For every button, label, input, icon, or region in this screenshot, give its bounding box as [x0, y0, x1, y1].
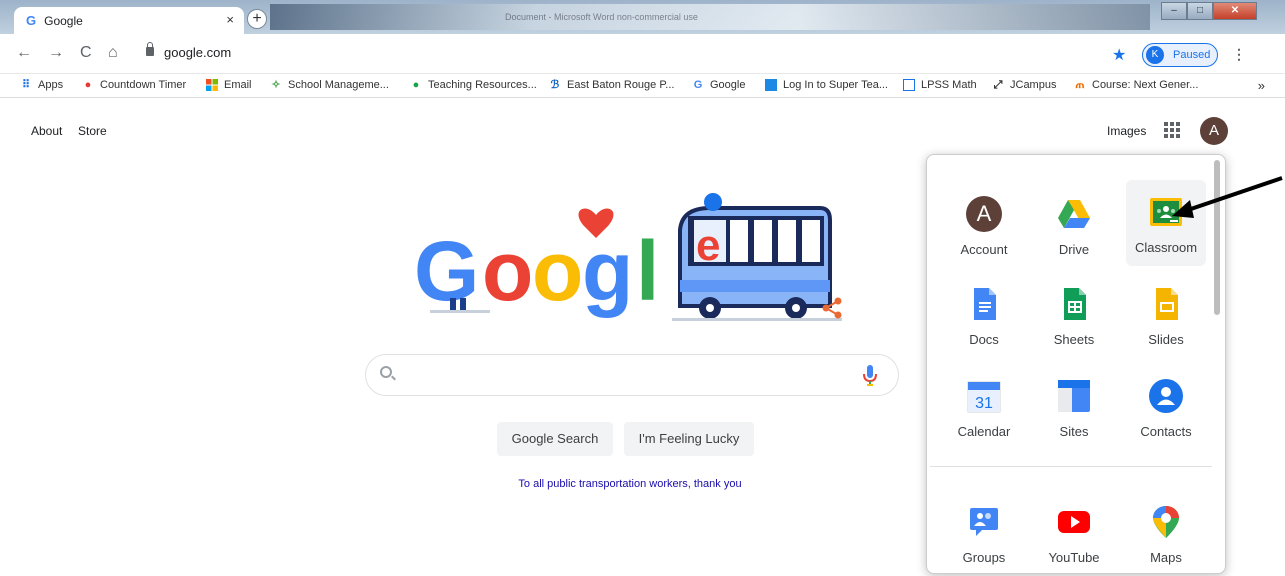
doodle-letter-e: e — [696, 221, 720, 270]
bookmark-school-management[interactable]: ✧ School Manageme... — [270, 79, 389, 91]
bookmark-star-icon[interactable]: ★ — [1112, 45, 1126, 65]
maximize-button[interactable]: □ — [1187, 2, 1213, 20]
apps-panel-divider — [930, 466, 1212, 467]
new-tab-button[interactable]: + — [247, 9, 267, 29]
about-link[interactable]: About — [31, 124, 62, 138]
account-icon: A — [966, 196, 1002, 232]
app-maps[interactable]: Maps — [1126, 490, 1206, 576]
forward-arrow-icon[interactable]: → — [48, 44, 64, 62]
app-contacts[interactable]: Contacts — [1126, 364, 1206, 450]
app-sites[interactable]: Sites — [1034, 364, 1114, 450]
microsoft-icon — [206, 79, 218, 91]
groups-icon — [970, 508, 998, 536]
doodle-illustration: G o o g l e — [414, 193, 842, 321]
google-doodle[interactable]: G o o g l e — [410, 190, 850, 330]
search-icon — [380, 366, 392, 378]
back-arrow-icon[interactable]: ← — [16, 44, 32, 62]
drive-icon — [1058, 200, 1090, 228]
address-bar[interactable]: google.com — [134, 39, 1254, 69]
home-icon[interactable]: ⌂ — [108, 44, 118, 62]
app-drive[interactable]: Drive — [1034, 182, 1114, 268]
background-window — [270, 4, 1150, 30]
google-search-button[interactable]: Google Search — [497, 422, 613, 456]
school-icon: ✧ — [271, 79, 281, 91]
browser-toolbar: ← → C ⌂ google.com ★ — [0, 34, 1285, 74]
browser-tab-google[interactable]: G Google × — [14, 7, 244, 34]
browser-menu-icon[interactable]: ⋮ — [1232, 46, 1246, 63]
docs-icon — [974, 288, 996, 320]
doodle-letter-g: G — [414, 224, 479, 318]
app-youtube[interactable]: YouTube — [1034, 490, 1114, 576]
store-link[interactable]: Store — [78, 124, 107, 138]
app-docs[interactable]: Docs — [944, 272, 1024, 358]
promo-link[interactable]: To all public transportation workers, th… — [440, 478, 820, 490]
address-url: google.com — [164, 45, 232, 60]
bookmarks-overflow-icon[interactable]: » — [1258, 78, 1265, 93]
lock-icon — [146, 42, 154, 56]
profile-avatar: K — [1146, 46, 1164, 64]
calendar-day: 31 — [975, 395, 993, 412]
app-calendar[interactable]: 31 Calendar — [944, 364, 1024, 450]
doodle-letter-g2: g — [582, 224, 633, 318]
reload-icon[interactable]: C — [80, 44, 92, 62]
doodle-letter-o1: o — [482, 224, 533, 318]
bus-illustration: e — [672, 193, 842, 321]
google-apps-icon[interactable] — [1164, 122, 1180, 138]
bookmark-apps[interactable]: ⠿ Apps — [20, 79, 63, 91]
doodle-letter-l: l — [636, 224, 659, 318]
background-window-title: Document - Microsoft Word non-commercial… — [505, 12, 698, 22]
bookmark-google[interactable]: G Google — [692, 79, 746, 91]
app-groups[interactable]: Groups — [944, 490, 1024, 576]
bookmark-jcampus[interactable]: ⤢ JCampus — [992, 79, 1057, 91]
sites-icon — [1058, 380, 1090, 412]
bookmark-super-teacher[interactable]: Log In to Super Tea... — [765, 79, 888, 91]
profile-button[interactable]: K Paused — [1142, 43, 1218, 67]
tab-title: Google — [44, 13, 83, 28]
apps-grid-icon: ⠿ — [21, 79, 31, 91]
ebr-icon: ℬ — [550, 79, 560, 91]
contacts-icon — [1149, 379, 1183, 413]
super-teacher-icon — [765, 79, 777, 91]
sheets-icon — [1064, 288, 1086, 320]
minimize-button[interactable]: – — [1161, 2, 1187, 20]
account-avatar[interactable]: A — [1200, 117, 1228, 145]
bookmark-course[interactable]: ጠ Course: Next Gener... — [1074, 79, 1198, 91]
google-icon: G — [693, 79, 703, 91]
bookmark-east-baton-rouge[interactable]: ℬ East Baton Rouge P... — [549, 79, 675, 91]
tab-close-icon[interactable]: × — [226, 12, 234, 27]
images-link[interactable]: Images — [1107, 124, 1146, 138]
window-controls: – □ ✕ — [1161, 2, 1257, 20]
search-input[interactable] — [365, 354, 899, 396]
youtube-icon — [1058, 511, 1090, 533]
bookmark-teaching-resources[interactable]: ● Teaching Resources... — [410, 79, 537, 91]
profile-status: Paused — [1173, 49, 1211, 61]
google-favicon-icon: G — [26, 13, 37, 28]
countdown-timer-icon: ● — [84, 79, 92, 91]
feeling-lucky-button[interactable]: I'm Feeling Lucky — [624, 422, 754, 456]
doodle-letter-o2: o — [532, 224, 583, 318]
slides-icon — [1156, 288, 1178, 320]
bookmarks-bar: ⠿ Apps ● Countdown Timer Email ✧ School … — [0, 74, 1285, 98]
app-slides[interactable]: Slides — [1126, 272, 1206, 358]
app-sheets[interactable]: Sheets — [1034, 272, 1114, 358]
window-close-button[interactable]: ✕ — [1213, 2, 1257, 20]
jcampus-icon: ⤢ — [993, 79, 1003, 91]
lpss-math-icon — [903, 79, 915, 91]
bookmark-countdown-timer[interactable]: ● Countdown Timer — [82, 79, 187, 91]
bookmark-lpss-math[interactable]: LPSS Math — [903, 79, 977, 91]
teaching-resources-icon: ● — [412, 79, 420, 91]
calendar-icon: 31 — [967, 381, 1001, 413]
annotation-arrow — [1172, 176, 1283, 218]
bookmark-email[interactable]: Email — [206, 79, 252, 91]
maps-icon — [1153, 506, 1179, 538]
app-account[interactable]: A Account — [944, 182, 1024, 268]
course-icon: ጠ — [1075, 79, 1085, 91]
browser-tab-strip: Document - Microsoft Word non-commercial… — [0, 0, 1285, 34]
microphone-icon[interactable] — [863, 365, 877, 387]
